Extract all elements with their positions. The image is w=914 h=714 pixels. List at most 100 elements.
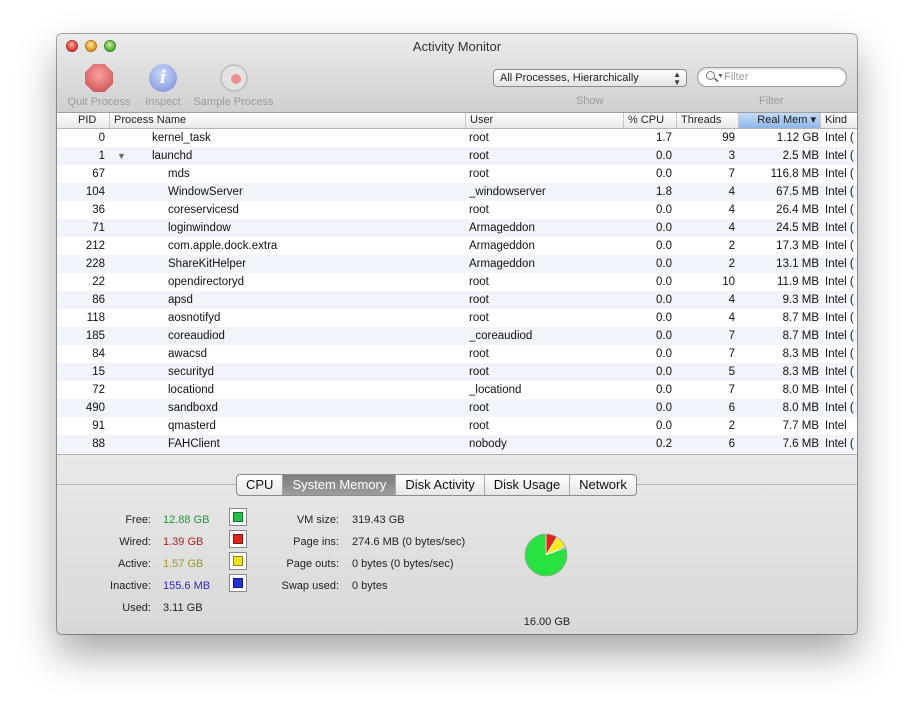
tab-bar: CPU System Memory Disk Activity Disk Usa… — [236, 474, 637, 496]
column-header-kind[interactable]: Kind — [821, 113, 857, 128]
table-row[interactable]: 212 com.apple.dock.extra Armageddon 0.0 2 17.… — [57, 237, 857, 255]
disclosure-triangle-icon[interactable]: ▼ — [117, 147, 129, 165]
user-cell: root — [469, 294, 489, 306]
table-row[interactable]: 1 ▼ launchd root 0.0 3 2.5 MB Intel ( — [57, 147, 857, 165]
wired-label: Wired: — [119, 536, 151, 548]
activity-monitor-window: Activity Monitor Quit Process i Inspect … — [57, 34, 857, 634]
table-row[interactable]: 86 apsd root 0.0 4 9.3 MB Intel ( — [57, 291, 857, 309]
threads-cell: 4 — [728, 222, 735, 234]
table-row[interactable]: 67 mds root 0.0 7 116.8 MB Intel ( — [57, 165, 857, 183]
inactive-color-well[interactable] — [229, 574, 247, 592]
table-row[interactable]: 0 kernel_task root 1.7 99 1.12 GB Intel ( — [57, 129, 857, 147]
column-header-threads[interactable]: Threads — [677, 113, 739, 128]
table-row[interactable]: 84 awacsd root 0.0 7 8.3 MB Intel ( — [57, 345, 857, 363]
user-cell: _coreaudiod — [469, 330, 533, 342]
tab-disk-activity[interactable]: Disk Activity — [396, 475, 485, 495]
tab-cpu[interactable]: CPU — [237, 475, 284, 495]
system-memory-panel: CPU System Memory Disk Activity Disk Usa… — [57, 455, 857, 634]
active-color-well[interactable] — [229, 552, 247, 570]
column-header-cpu[interactable]: % CPU — [624, 113, 677, 128]
table-row[interactable]: 88 FAHClient nobody 0.2 6 7.6 MB Intel ( — [57, 435, 857, 453]
filter-search-field[interactable]: ▼ Filter — [697, 67, 847, 87]
process-table: PID Process Name User % CPU Threads Real… — [57, 113, 857, 454]
page-ins-value: 274.6 MB (0 bytes/sec) — [352, 536, 466, 548]
kind-cell: Intel ( — [825, 330, 854, 342]
cpu-cell: 0.0 — [656, 420, 672, 432]
magnifier-sample-icon — [219, 64, 248, 92]
user-cell: root — [469, 402, 489, 414]
threads-cell: 7 — [728, 330, 735, 342]
table-row[interactable]: 91 qmasterd root 0.0 2 7.7 MB Intel — [57, 417, 857, 435]
threads-cell: 4 — [728, 294, 735, 306]
real-mem-cell: 1.12 GB — [776, 132, 819, 144]
table-row[interactable]: 72 locationd _locationd 0.0 7 8.0 MB Intel ( — [57, 381, 857, 399]
cpu-cell: 0.0 — [656, 348, 672, 360]
threads-cell: 2 — [728, 240, 735, 252]
cpu-cell: 0.0 — [656, 330, 672, 342]
tab-system-memory[interactable]: System Memory — [283, 475, 397, 495]
column-header-user[interactable]: User — [466, 113, 624, 128]
real-mem-cell: 67.5 MB — [776, 186, 819, 198]
pid-cell: 212 — [85, 240, 105, 252]
threads-cell: 99 — [722, 132, 735, 144]
table-row[interactable]: 228 ShareKitHelper Armageddon 0.0 2 13.1 MB In… — [57, 255, 857, 273]
kind-cell: Intel ( — [825, 402, 854, 414]
show-processes-select[interactable]: All Processes, Hierarchically ▲ ▼ — [493, 69, 687, 87]
toolbar: Activity Monitor Quit Process i Inspect … — [57, 34, 857, 113]
cpu-cell: 0.0 — [656, 204, 672, 216]
real-mem-cell: 116.8 MB — [770, 168, 819, 180]
table-row[interactable]: 36 coreservicesd root 0.0 4 26.4 MB Intel ( — [57, 201, 857, 219]
sample-process-button[interactable]: Sample Process — [192, 64, 275, 108]
user-cell: root — [469, 150, 489, 162]
tab-disk-usage[interactable]: Disk Usage — [485, 475, 571, 495]
memory-pie-chart — [524, 533, 568, 577]
user-cell: nobody — [469, 438, 507, 450]
threads-cell: 6 — [728, 438, 735, 450]
pid-cell: 104 — [85, 186, 105, 198]
table-row[interactable]: 185 coreaudiod _coreaudiod 0.0 7 8.7 MB Intel … — [57, 327, 857, 345]
page-outs-label: Page outs: — [286, 558, 339, 570]
swap-used-value: 0 bytes — [352, 580, 388, 592]
real-mem-cell: 24.5 MB — [776, 222, 819, 234]
wired-color-well[interactable] — [229, 530, 247, 548]
used-label: Used: — [122, 602, 151, 614]
quit-process-button[interactable]: Quit Process — [66, 64, 132, 108]
active-value: 1.57 GB — [163, 558, 204, 570]
pid-cell: 88 — [92, 438, 105, 450]
table-row[interactable]: 22 opendirectoryd root 0.0 10 11.9 MB Intel ( — [57, 273, 857, 291]
free-color-well[interactable] — [229, 508, 247, 526]
column-header-process-name[interactable]: Process Name — [110, 113, 466, 128]
real-mem-cell: 9.3 MB — [782, 294, 819, 306]
column-header-real-mem[interactable]: Real Mem ▾ — [739, 113, 821, 128]
inspect-button[interactable]: i Inspect — [141, 64, 185, 108]
swap-used-label: Swap used: — [281, 580, 339, 592]
threads-cell: 10 — [722, 276, 735, 288]
table-row[interactable]: 118 aosnotifyd root 0.0 4 8.7 MB Intel ( — [57, 309, 857, 327]
kind-cell: Intel ( — [825, 240, 854, 252]
kind-cell: Intel ( — [825, 258, 854, 270]
threads-cell: 2 — [728, 258, 735, 270]
kind-cell: Intel ( — [825, 384, 854, 396]
cpu-cell: 0.0 — [656, 168, 672, 180]
threads-cell: 5 — [728, 366, 735, 378]
kind-cell: Intel ( — [825, 204, 854, 216]
process-name-cell: kernel_task — [152, 132, 211, 144]
table-row[interactable]: 104 WindowServer _windowserver 1.8 4 67.5 MB I… — [57, 183, 857, 201]
pid-cell: 84 — [92, 348, 105, 360]
user-cell: root — [469, 276, 489, 288]
tab-network[interactable]: Network — [570, 475, 636, 495]
column-header-pid[interactable]: PID — [57, 113, 110, 128]
vm-size-value: 319.43 GB — [352, 514, 405, 526]
real-mem-cell: 7.7 MB — [782, 420, 819, 432]
cpu-cell: 1.8 — [656, 186, 672, 198]
inactive-label: Inactive: — [110, 580, 151, 592]
free-value: 12.88 GB — [163, 514, 210, 526]
table-row[interactable]: 490 sandboxd root 0.0 6 8.0 MB Intel ( — [57, 399, 857, 417]
table-row[interactable]: 15 securityd root 0.0 5 8.3 MB Intel ( — [57, 363, 857, 381]
table-row[interactable]: 71 loginwindow Armageddon 0.0 4 24.5 MB Intel … — [57, 219, 857, 237]
used-value: 3.11 GB — [163, 602, 203, 614]
kind-cell: Intel — [825, 420, 847, 432]
kind-cell: Intel ( — [825, 132, 854, 144]
page-outs-value: 0 bytes (0 bytes/sec) — [352, 558, 454, 570]
show-label: Show — [576, 95, 604, 107]
